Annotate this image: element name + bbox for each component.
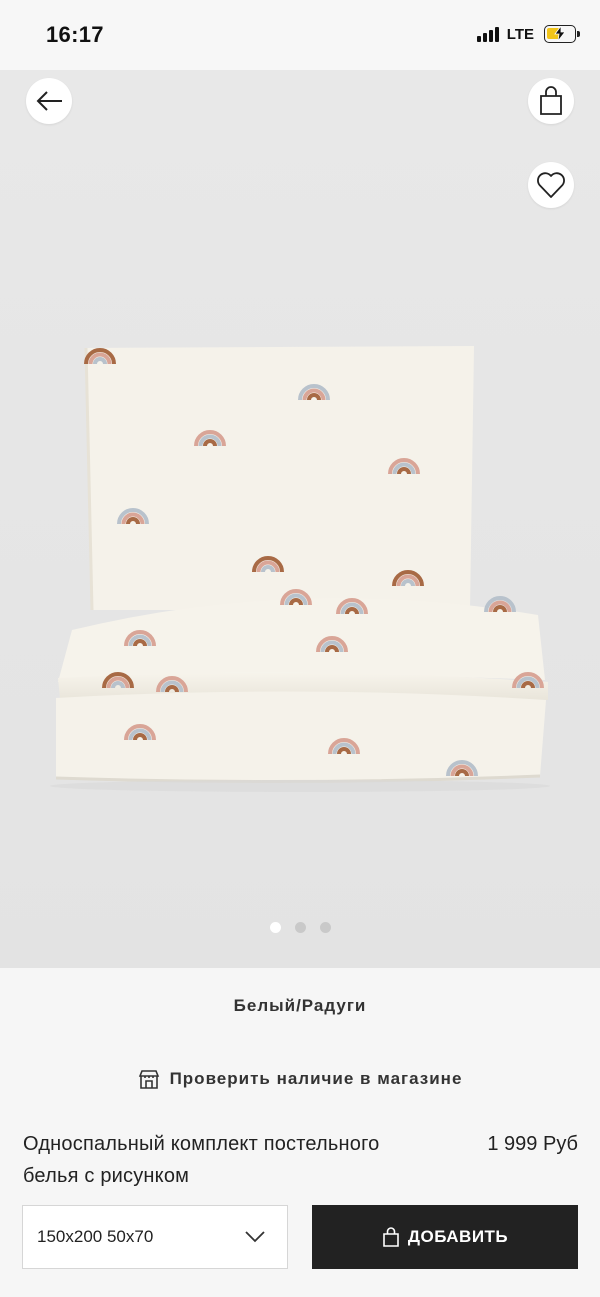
product-title-line: белья с рисунком <box>23 1165 190 1187</box>
shopping-bag-icon <box>383 1227 399 1247</box>
check-availability-link[interactable]: Проверить наличие в магазине <box>0 1068 600 1090</box>
size-selected-value: 150x200 50x70 <box>37 1227 154 1246</box>
chevron-down-icon <box>245 1231 265 1243</box>
shopping-bag-icon <box>540 86 562 115</box>
product-title: Односпальный комплект постельного белья … <box>23 1128 463 1192</box>
product-image <box>0 70 600 968</box>
product-info: Белый/Радуги Проверить наличие в магазин… <box>0 968 600 1297</box>
carousel-indicator <box>0 922 600 933</box>
arrow-left-icon <box>36 91 62 111</box>
shopping-bag-button[interactable] <box>528 78 574 124</box>
carousel-dot[interactable] <box>319 922 331 933</box>
add-button-label: ДОБАВИТЬ <box>407 1227 509 1246</box>
favorite-button[interactable] <box>528 162 574 208</box>
product-price: 1 999 Руб <box>487 1133 578 1155</box>
status-time: 16:17 <box>46 22 104 47</box>
status-icons: LTE <box>476 25 580 43</box>
product-title-line: Односпальный комплект постельного <box>23 1133 380 1155</box>
add-to-cart-button[interactable]: ДОБАВИТЬ <box>312 1205 578 1269</box>
back-button[interactable] <box>26 78 72 124</box>
product-image-carousel[interactable] <box>0 70 600 968</box>
size-select[interactable]: 150x200 50x70 <box>22 1205 288 1269</box>
store-icon <box>138 1070 159 1089</box>
carousel-dot[interactable] <box>269 922 281 933</box>
status-bar: 16:17 LTE <box>0 0 600 70</box>
carousel-dot[interactable] <box>294 922 306 933</box>
battery-charging-icon <box>544 25 580 43</box>
heart-icon <box>537 172 565 198</box>
network-label: LTE <box>506 25 534 43</box>
signal-icon <box>476 26 499 42</box>
color-name: Белый/Радуги <box>233 996 367 1015</box>
availability-label: Проверить наличие в магазине <box>169 1069 463 1088</box>
